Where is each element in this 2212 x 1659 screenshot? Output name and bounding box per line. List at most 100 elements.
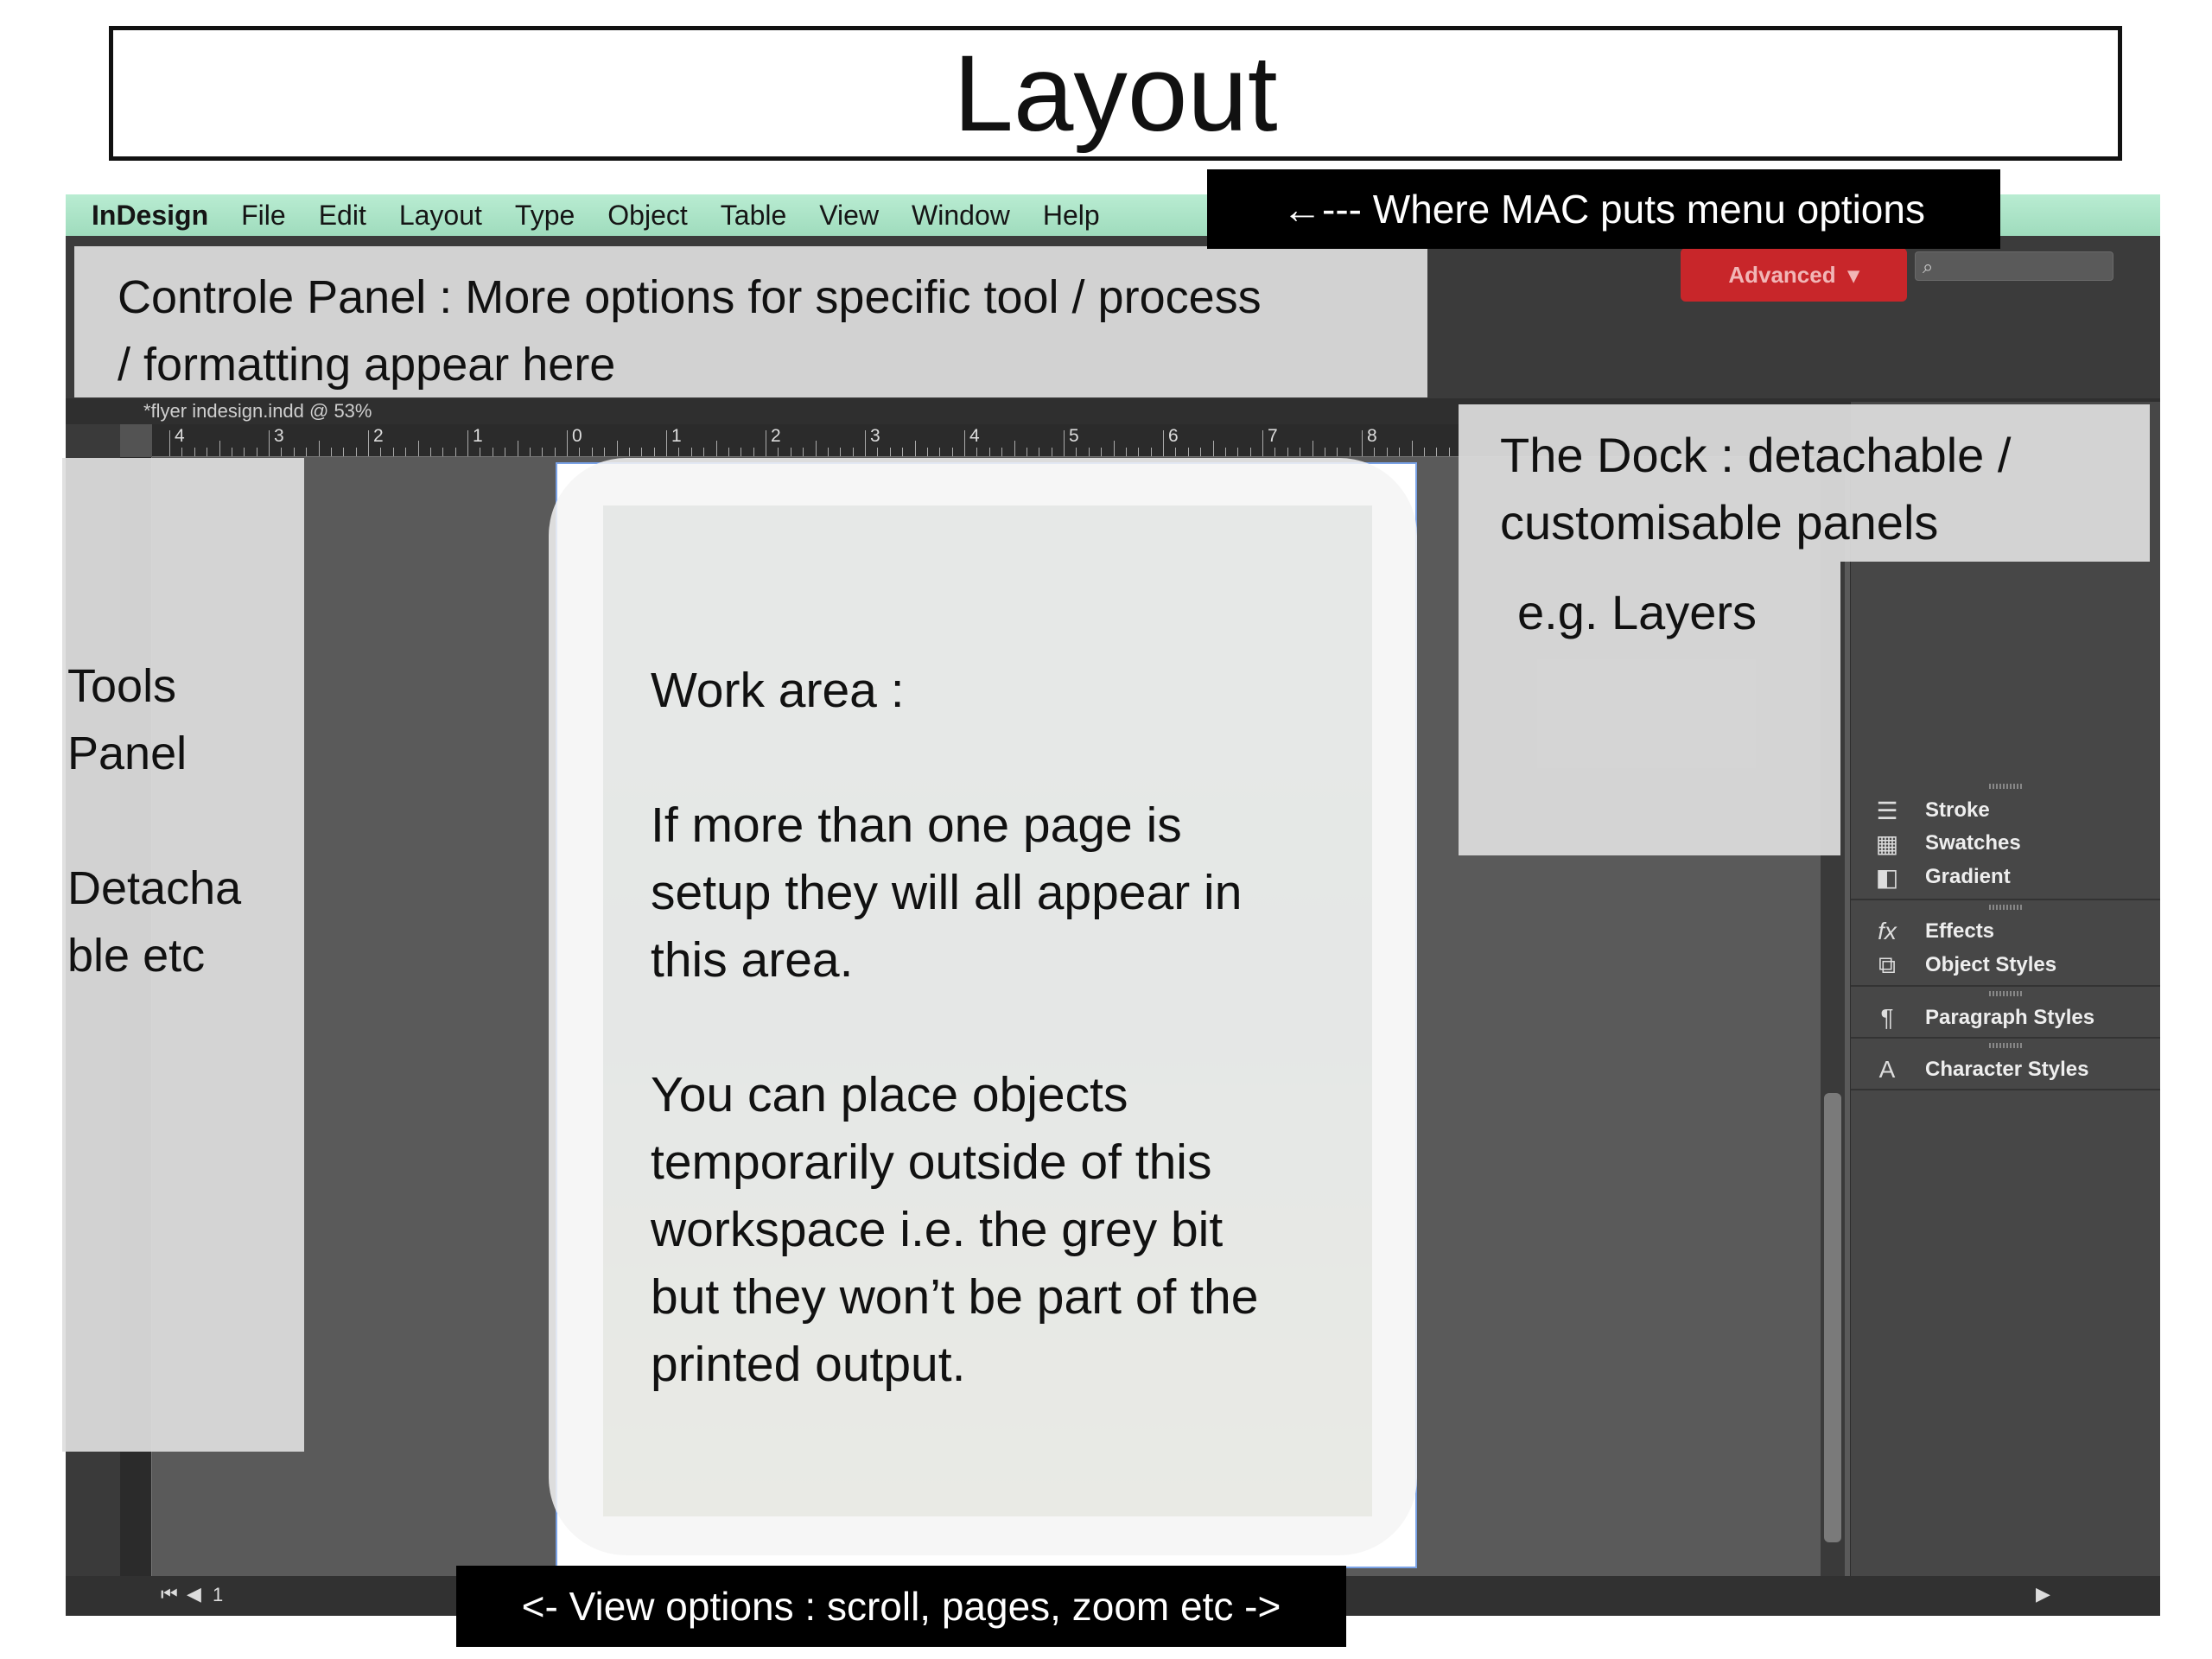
- dock-item-object-styles[interactable]: ⧉ Object Styles: [1872, 950, 2056, 978]
- dock-grip[interactable]: [1989, 784, 2024, 789]
- dock-separator: [1851, 899, 2160, 900]
- ruler-minor-tick: [306, 448, 308, 456]
- ruler-major-tick: [1362, 430, 1363, 456]
- ruler-label: 4: [969, 426, 980, 446]
- prev-page-icon[interactable]: ◀: [187, 1583, 201, 1605]
- effects-icon: fx: [1878, 918, 1897, 944]
- ruler-label: 8: [1367, 426, 1377, 446]
- dock-item-character-styles[interactable]: A Character Styles: [1872, 1056, 2089, 1083]
- ruler-minor-tick: [976, 448, 978, 456]
- ruler-minor-tick: [1076, 448, 1077, 456]
- menu-object[interactable]: Object: [591, 200, 703, 232]
- ruler-minor-tick: [405, 448, 407, 456]
- ruler-minor-tick: [1337, 448, 1338, 456]
- ruler-label: 7: [1268, 426, 1278, 446]
- menu-layout[interactable]: Layout: [383, 200, 499, 232]
- ruler-label: 1: [671, 426, 682, 446]
- ruler-label: 1: [473, 426, 483, 446]
- dock-item-label: Effects: [1925, 919, 1995, 943]
- dock-item-paragraph-styles[interactable]: ¶ Paragraph Styles: [1872, 1004, 2095, 1031]
- ruler-minor-tick: [1399, 448, 1401, 456]
- ruler-minor-tick: [703, 448, 705, 456]
- menu-type[interactable]: Type: [499, 200, 591, 232]
- paragraph-styles-icon: ¶: [1880, 1004, 1894, 1031]
- search-input[interactable]: ⌕: [1915, 251, 2113, 281]
- swatches-icon: ▦: [1875, 830, 1899, 857]
- ruler-major-tick: [1262, 430, 1263, 456]
- ruler-minor-tick: [529, 448, 531, 456]
- ruler-minor-tick: [889, 448, 891, 456]
- ruler-minor-tick: [1249, 448, 1251, 456]
- ruler-minor-tick: [840, 448, 842, 456]
- scrollbar-thumb[interactable]: [1824, 1093, 1841, 1542]
- menu-window[interactable]: Window: [895, 200, 1027, 232]
- annotation-work-area: Work area : If more than one page is set…: [549, 458, 1417, 1555]
- ruler-minor-tick: [1014, 441, 1015, 456]
- dock-grip[interactable]: [1989, 905, 2024, 910]
- ruler-minor-tick: [318, 441, 320, 456]
- ruler-minor-tick: [641, 448, 643, 456]
- ruler-minor-tick: [1436, 448, 1438, 456]
- ruler-minor-tick: [554, 448, 556, 456]
- object-styles-icon: ⧉: [1878, 950, 1896, 978]
- ruler-major-tick: [964, 430, 965, 456]
- ruler-major-tick: [169, 430, 170, 456]
- dock-item-label: Character Styles: [1925, 1058, 2089, 1081]
- menu-table[interactable]: Table: [704, 200, 804, 232]
- character-styles-icon: A: [1878, 1056, 1896, 1083]
- dock-item-effects[interactable]: fx Effects: [1872, 918, 1994, 944]
- workspace-switcher-button[interactable]: Advanced ▾: [1681, 248, 1907, 302]
- menu-view[interactable]: View: [803, 200, 895, 232]
- ruler-minor-tick: [579, 448, 581, 456]
- ruler-major-tick: [1064, 430, 1065, 456]
- ruler-minor-tick: [1423, 448, 1425, 456]
- ruler-minor-tick: [778, 448, 779, 456]
- ruler-minor-tick: [219, 441, 220, 456]
- dock-separator: [1851, 1089, 2160, 1090]
- dock-separator: [1851, 985, 2160, 987]
- first-page-icon[interactable]: ⏮: [161, 1583, 178, 1605]
- menu-file[interactable]: File: [225, 200, 302, 232]
- dock-item-gradient[interactable]: ◧ Gradient: [1872, 864, 2011, 891]
- dock-grip[interactable]: [1989, 1043, 2024, 1048]
- dock-item-label: Stroke: [1925, 798, 1990, 822]
- ruler-minor-tick: [244, 448, 245, 456]
- ruler-minor-tick: [616, 441, 618, 456]
- dock-item-stroke[interactable]: ☰ Stroke: [1872, 798, 1990, 824]
- ruler-minor-tick: [181, 448, 183, 456]
- dock-grip[interactable]: [1989, 991, 2024, 996]
- ruler-major-tick: [567, 430, 568, 456]
- dock-item-label: Gradient: [1925, 865, 2011, 888]
- ruler-minor-tick: [628, 448, 630, 456]
- dock-item-swatches[interactable]: ▦ Swatches: [1872, 830, 2021, 857]
- ruler-label: 2: [373, 426, 384, 446]
- ruler-minor-tick: [1138, 448, 1140, 456]
- dock-item-label: Swatches: [1925, 831, 2021, 855]
- dock-panel: ☰ Stroke ▦ Swatches ◧ Gradient fx Effect…: [1850, 402, 2160, 1576]
- chevron-down-icon: ▾: [1847, 261, 1859, 288]
- scroll-right-icon[interactable]: ▶: [2036, 1583, 2050, 1605]
- menu-app-name[interactable]: InDesign: [66, 200, 225, 232]
- ruler-minor-tick: [1212, 441, 1214, 456]
- menu-edit[interactable]: Edit: [302, 200, 383, 232]
- annotation-dock: The Dock : detachable / customisable pan…: [1459, 404, 2150, 562]
- ruler-minor-tick: [1200, 448, 1202, 456]
- ruler-major-tick: [1163, 430, 1164, 456]
- ruler-minor-tick: [951, 448, 953, 456]
- annotation-control-panel: Controle Panel : More options for specif…: [74, 246, 1427, 397]
- ruler-minor-tick: [827, 448, 829, 456]
- ruler-minor-tick: [877, 448, 879, 456]
- ruler-minor-tick: [988, 448, 990, 456]
- ruler-minor-tick: [1101, 448, 1103, 456]
- ruler-minor-tick: [653, 448, 655, 456]
- ruler-minor-tick: [1237, 448, 1239, 456]
- page-number-field[interactable]: 1: [213, 1584, 223, 1606]
- annotation-dock-example: e.g. Layers: [1459, 562, 1840, 855]
- ruler-minor-tick: [1349, 448, 1351, 456]
- dock-item-label: Paragraph Styles: [1925, 1006, 2095, 1029]
- annotation-tools-panel: Tools Panel Detacha ble etc: [62, 458, 304, 1452]
- ruler-minor-tick: [914, 441, 916, 456]
- dock-separator: [1851, 1037, 2160, 1039]
- ruler-minor-tick: [728, 448, 729, 456]
- menu-help[interactable]: Help: [1027, 200, 1116, 232]
